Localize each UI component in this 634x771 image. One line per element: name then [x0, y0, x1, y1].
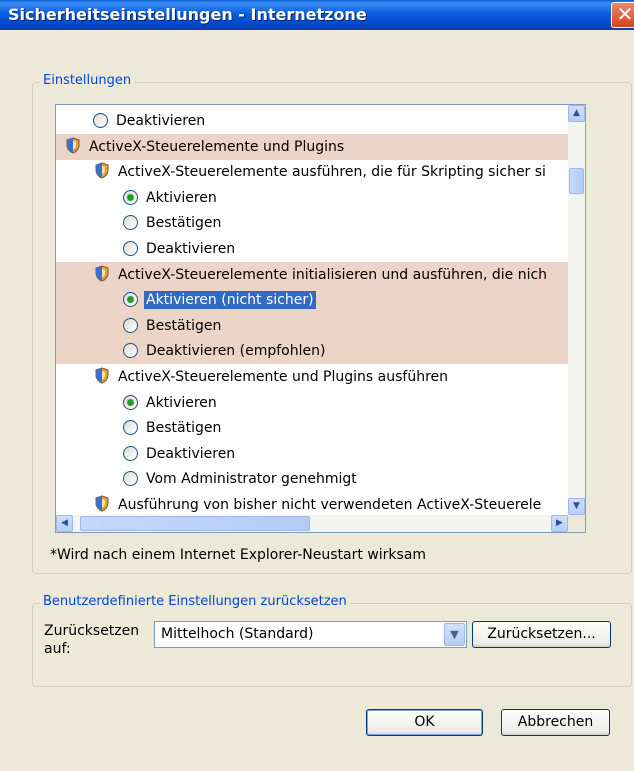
scroll-left-button[interactable]: ◀ [56, 515, 73, 532]
radio-option-label: Deaktivieren [116, 113, 206, 129]
settings-rows: Deaktivieren ActiveX-Steuerelemente und P… [56, 105, 568, 515]
setting-label: ActiveX-Steuerelemente und Plugins [89, 138, 345, 155]
setting-label: ActiveX-Steuerelemente initialisieren un… [118, 266, 548, 283]
setting-row: ActiveX-Steuerelemente und Plugins ausfü… [56, 364, 568, 390]
radio-option-row[interactable]: Deaktivieren (empfohlen) [56, 338, 568, 365]
reset-group-label: Benutzerdefinierte Einstellungen zurücks… [40, 594, 350, 609]
setting-label: ActiveX-Steuerelemente und Plugins ausfü… [118, 369, 449, 385]
category-row: ActiveX-Steuerelemente und Plugins [56, 133, 568, 160]
vertical-scroll-thumb[interactable] [569, 168, 584, 194]
radio-option-label: Bestätigen [146, 317, 222, 334]
reset-level-value: Mittelhoch (Standard) [161, 626, 314, 642]
radio-option-row[interactable]: Deaktivieren [56, 108, 568, 134]
radio-option-label: Aktivieren [146, 394, 217, 411]
setting-row: ActiveX-Steuerelemente initialisieren un… [56, 261, 568, 288]
radio-unchecked-icon[interactable] [123, 317, 138, 333]
security-shield-icon [66, 137, 80, 154]
setting-row: ActiveX-Steuerelemente ausführen, die fü… [56, 159, 568, 185]
radio-option-label: Deaktivieren [146, 445, 236, 462]
security-shield-icon [95, 265, 109, 282]
restart-note: *Wird nach einem Internet Explorer-Neust… [50, 547, 427, 563]
reset-level-select[interactable]: Mittelhoch (Standard) ▼ [154, 621, 467, 648]
settings-group-label: Einstellungen [40, 73, 135, 88]
radio-unchecked-icon[interactable] [123, 471, 138, 487]
radio-unchecked-icon[interactable] [93, 113, 108, 128]
radio-option-row[interactable]: Aktivieren [56, 390, 568, 416]
close-button[interactable]: ✕ [611, 2, 634, 28]
radio-option-label: Deaktivieren [146, 241, 236, 257]
settings-tree-list[interactable]: Deaktivieren ActiveX-Steuerelemente und P… [55, 104, 586, 533]
close-icon: ✕ [616, 2, 634, 26]
radio-option-label: Bestätigen [146, 420, 222, 437]
radio-option-row[interactable]: Aktivieren [56, 185, 568, 211]
radio-unchecked-icon[interactable] [123, 343, 138, 359]
setting-label: ActiveX-Steuerelemente ausführen, die fü… [118, 164, 546, 181]
radio-option-row[interactable]: Aktivieren (nicht sicher) [56, 287, 568, 314]
radio-unchecked-icon[interactable] [123, 445, 138, 461]
radio-option-row[interactable]: Deaktivieren [56, 236, 568, 262]
scrollbar-corner [568, 515, 585, 532]
setting-row: Ausführung von bisher nicht verwendeten … [56, 492, 568, 515]
scroll-down-button[interactable]: ▼ [568, 498, 585, 515]
setting-label: Ausführung von bisher nicht verwendeten … [118, 497, 542, 513]
reset-to-label-line1: Zurücksetzen [44, 623, 140, 639]
radio-option-label: Bestätigen [146, 215, 222, 232]
ok-button[interactable]: OK [366, 709, 483, 736]
scroll-up-button[interactable]: ▲ [568, 105, 585, 122]
title-bar[interactable]: Sicherheitseinstellungen - Internetzone … [0, 0, 634, 30]
radio-checked-icon[interactable] [123, 394, 138, 410]
radio-option-row[interactable]: Deaktivieren [56, 441, 568, 467]
window-title: Sicherheitseinstellungen - Internetzone [8, 5, 367, 24]
radio-option-row[interactable]: Vom Administrator genehmigt [56, 466, 568, 492]
security-shield-icon [95, 495, 109, 512]
chevron-down-icon[interactable]: ▼ [444, 623, 465, 646]
radio-unchecked-icon[interactable] [123, 241, 138, 256]
vertical-scrollbar[interactable]: ▲ ▼ [568, 105, 585, 515]
radio-checked-icon[interactable] [123, 292, 138, 308]
radio-unchecked-icon[interactable] [123, 215, 138, 231]
horizontal-scrollbar[interactable]: ◀ ▶ [56, 515, 568, 532]
security-settings-dialog: Sicherheitseinstellungen - Internetzone … [0, 0, 634, 771]
radio-checked-icon[interactable] [123, 189, 138, 205]
horizontal-scroll-thumb[interactable] [80, 516, 310, 531]
radio-option-label: Aktivieren (nicht sicher) [144, 291, 316, 310]
radio-option-row[interactable]: Bestätigen [56, 415, 568, 441]
scroll-right-button[interactable]: ▶ [551, 515, 568, 532]
reset-to-label-line2: auf: [44, 641, 71, 657]
radio-option-row[interactable]: Bestätigen [56, 210, 568, 236]
reset-button[interactable]: Zurücksetzen... [472, 621, 611, 648]
security-shield-icon [95, 367, 109, 384]
radio-option-label: Vom Administrator genehmigt [146, 471, 357, 488]
radio-option-label: Aktivieren [146, 189, 217, 206]
radio-option-row[interactable]: Bestätigen [56, 312, 568, 339]
cancel-button[interactable]: Abbrechen [501, 709, 610, 736]
security-shield-icon [95, 162, 109, 179]
radio-option-label: Deaktivieren (empfohlen) [146, 343, 326, 360]
radio-unchecked-icon[interactable] [123, 420, 138, 436]
